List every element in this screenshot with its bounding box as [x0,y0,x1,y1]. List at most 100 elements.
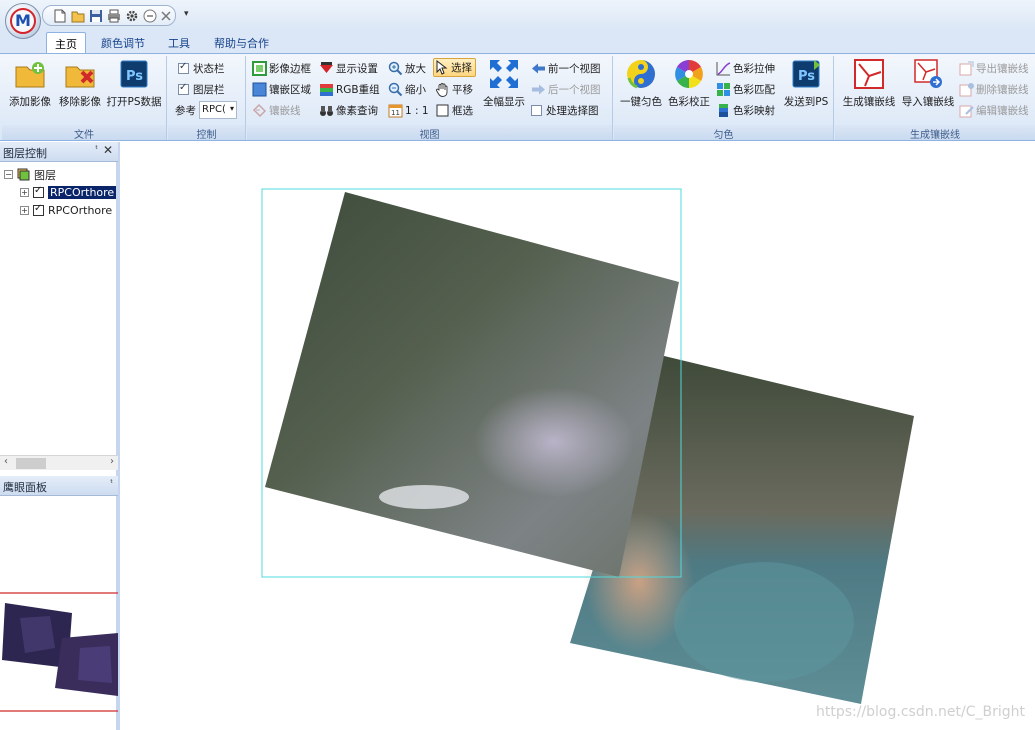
process-selection-toggle[interactable]: 处理选择图 [531,101,599,120]
ribbon-panel: 添加影像 移除影像 Ps 打开PS数据 文件 状态栏 [0,53,1035,141]
one-click-dodge-button[interactable]: 一键匀色 [618,58,664,109]
prev-view-button[interactable]: 前一个视图 [531,59,601,78]
scroll-left-icon[interactable]: ‹ [4,456,8,467]
process-selection-label: 处理选择图 [546,105,599,117]
hand-icon [435,82,450,97]
tab-tools[interactable]: 工具 [160,32,198,53]
zoom-out-label: 缩小 [405,84,426,96]
scroll-thumb[interactable] [16,458,46,469]
color-map-button[interactable]: 色彩映射 [716,101,775,120]
mosaic-line-button[interactable]: 镶嵌线 [252,101,301,120]
eagle-image-1-detail [20,616,55,653]
layer-visibility-checkbox[interactable] [33,203,44,216]
zoom-in-button[interactable]: 放大 [388,59,426,78]
close-icon[interactable]: ✕ [103,143,113,157]
map-svg [261,188,914,704]
import-seamline-button[interactable]: 导入镶嵌线 [899,58,957,109]
next-view-label: 后一个视图 [548,84,601,96]
mosaic-area-icon [252,82,267,97]
edit-seamline-label: 编辑镶嵌线 [976,105,1029,117]
coast-detail [674,562,854,682]
next-view-button[interactable]: 后一个视图 [531,80,601,99]
tab-color-adjust[interactable]: 颜色调节 [93,32,153,53]
export-seamline-button[interactable]: 导出镶嵌线 [959,59,1029,78]
one-to-one-button[interactable]: 11 1 : 1 [388,101,429,120]
layer-item[interactable]: + RPCOrthore [20,202,112,219]
layers-icon [17,168,30,181]
expand-icon[interactable]: + [20,206,29,215]
color-stretch-button[interactable]: 色彩拉伸 [716,59,775,78]
save-icon[interactable] [89,9,103,23]
status-bar-toggle[interactable]: 状态栏 [178,59,225,78]
send-to-ps-button[interactable]: Ps 发送到PS [782,58,830,109]
seamline-generate-icon [853,58,885,90]
select-label: 选择 [451,62,472,74]
eagle-eye-view[interactable] [0,498,118,730]
process-selection-checkbox[interactable] [531,105,542,116]
box-select-button[interactable]: 框选 [435,101,473,120]
pan-label: 平移 [452,84,473,96]
layer-bar-checkbox[interactable] [178,82,189,95]
edit-seamline-button[interactable]: 编辑镶嵌线 [959,101,1029,120]
remove-image-label: 移除影像 [59,96,101,108]
layer-name: RPCOrthore [48,186,117,199]
tab-home[interactable]: 主页 [46,32,86,53]
color-bars-icon [716,103,731,118]
full-extent-button[interactable]: 全幅显示 [481,58,527,109]
prev-view-label: 前一个视图 [548,63,601,75]
chevron-down-icon: ▾ [229,104,234,113]
color-match-button[interactable]: 色彩匹配 [716,80,775,99]
image-border-icon [252,61,267,76]
ribbon-tabs: 主页 颜色调节 工具 帮助与合作 [0,30,1035,53]
print-icon[interactable] [107,9,121,23]
app-window: ▾ M 主页 颜色调节 工具 帮助与合作 添加影像 移除影像 Ps 打开PS数据… [0,0,1035,730]
display-settings-button[interactable]: 显示设置 [319,59,378,78]
layer-bar-toggle[interactable]: 图层栏 [178,80,225,99]
group-file-label: 文件 [2,125,166,141]
generate-seamline-button[interactable]: 生成镶嵌线 [839,58,899,109]
new-file-icon[interactable] [53,9,67,23]
zoom-out-icon [388,82,403,97]
box-select-label: 框选 [452,105,473,117]
seamline-delete-icon [959,82,974,97]
zoom-out-button[interactable]: 缩小 [388,80,426,99]
image-border-button[interactable]: 影像边框 [252,59,311,78]
color-match-label: 色彩匹配 [733,84,775,96]
select-button[interactable]: 选择 [433,58,476,77]
add-image-button[interactable]: 添加影像 [6,58,54,109]
scroll-right-icon[interactable]: › [110,456,114,467]
tree-root[interactable]: − 图层 [4,166,56,183]
layer-item[interactable]: + RPCOrthore [20,184,117,201]
folder-remove-icon [64,58,96,90]
layer-panel-scrollbar[interactable]: ‹ › [0,455,118,470]
status-bar-label: 状态栏 [193,63,225,75]
eagle-panel-title: 鹰眼面板 [3,481,47,494]
layer-visibility-checkbox[interactable] [33,185,44,198]
app-logo-button[interactable]: M [5,3,41,39]
tab-help[interactable]: 帮助与合作 [206,32,277,53]
minus-circle-icon[interactable] [143,9,157,23]
map-canvas[interactable]: https://blog.csdn.net/C_Bright [124,142,1035,730]
pin-icon[interactable]: ᵗ [110,479,113,489]
reference-combo[interactable]: RPC( ▾ [199,101,237,119]
mosaic-area-button[interactable]: 镶嵌区域 [252,80,311,99]
expand-icon[interactable]: + [20,188,29,197]
pixel-query-button[interactable]: 像素查询 [319,101,378,120]
layer-bar-label: 图层栏 [193,84,225,96]
open-folder-icon[interactable] [71,9,85,23]
remove-image-button[interactable]: 移除影像 [56,58,104,109]
color-correct-button[interactable]: 色彩校正 [666,58,712,109]
collapse-icon[interactable]: − [4,170,13,179]
pin-icon[interactable]: ᵗ [95,145,98,155]
pan-button[interactable]: 平移 [435,80,473,99]
status-bar-checkbox[interactable] [178,61,189,74]
import-seamline-label: 导入镶嵌线 [901,96,955,108]
open-ps-button[interactable]: Ps 打开PS数据 [105,58,163,109]
close-icon[interactable] [159,9,173,23]
image-border-label: 影像边框 [269,63,311,75]
chevron-down-icon[interactable]: ▾ [184,9,189,19]
rgb-recombine-button[interactable]: RGB重组 [319,80,380,99]
delete-seamline-button[interactable]: 删除镶嵌线 [959,80,1029,99]
box-select-icon [435,103,450,118]
gear-icon[interactable] [125,9,139,23]
